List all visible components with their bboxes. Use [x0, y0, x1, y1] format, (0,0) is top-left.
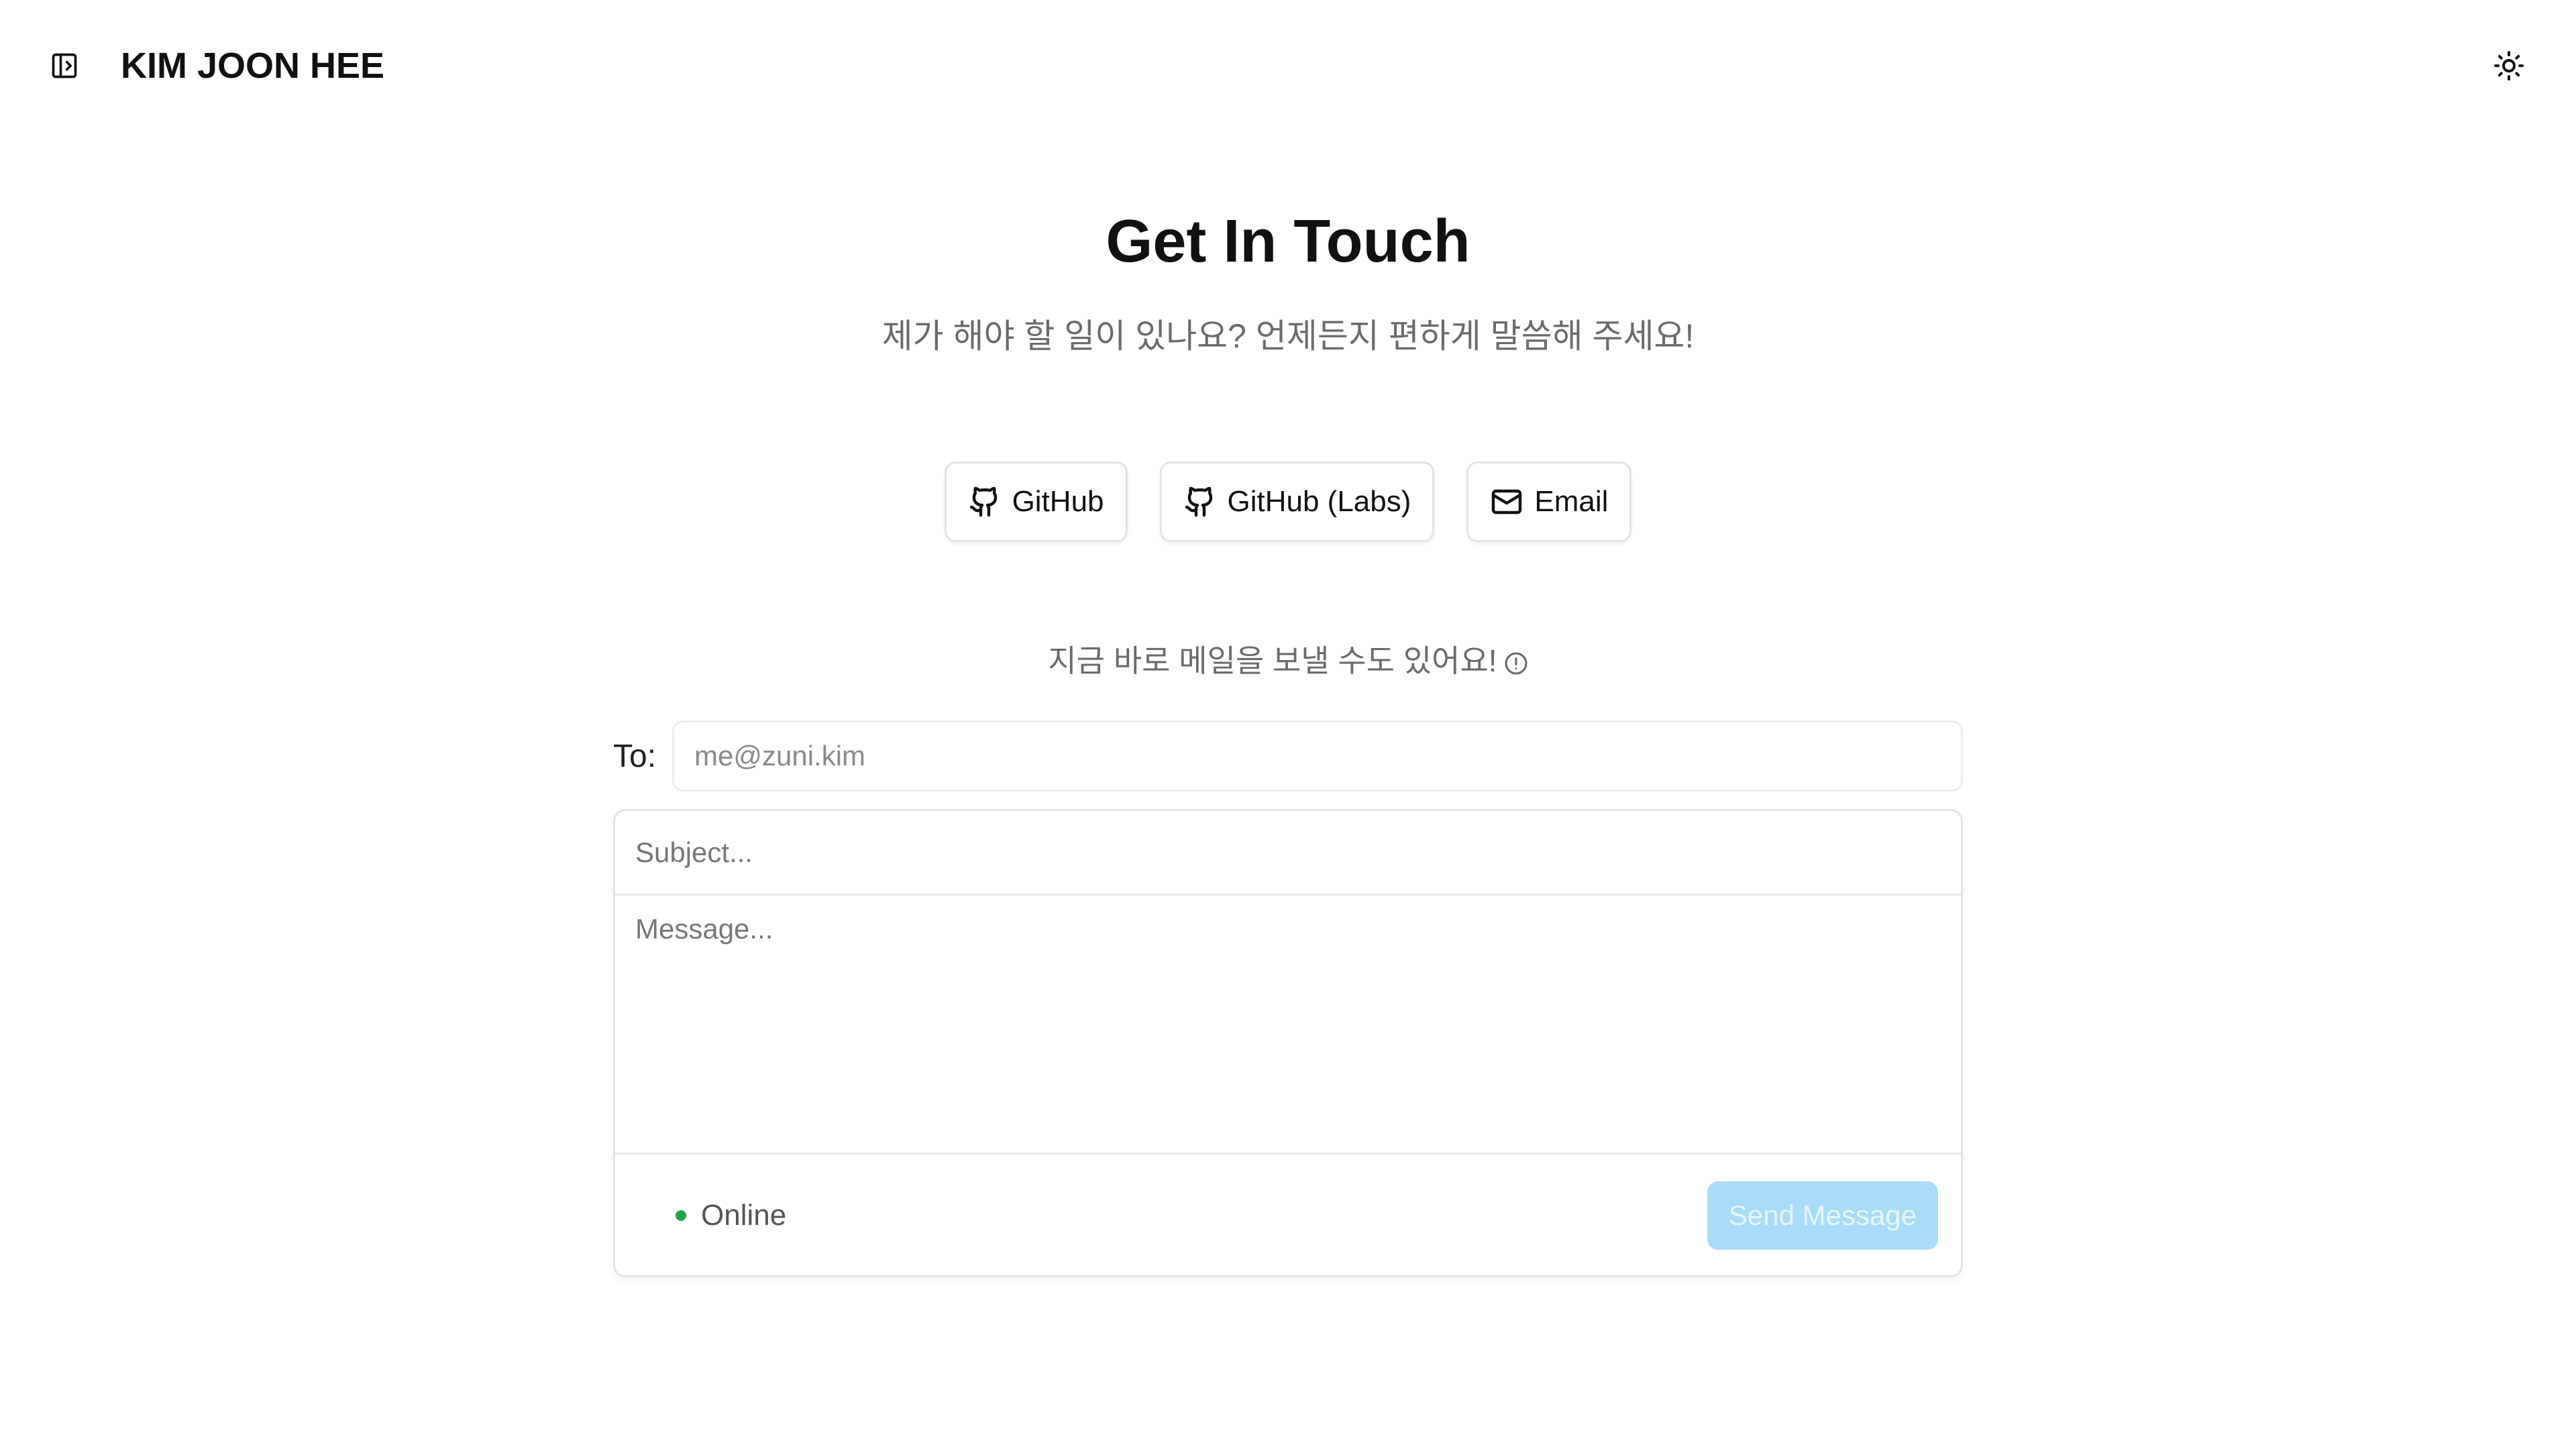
message-card: Online Send Message: [613, 809, 1963, 1277]
page-title: Get In Touch: [1106, 208, 1470, 275]
status-indicator: Online: [676, 1199, 786, 1232]
email-link-button[interactable]: Email: [1466, 462, 1632, 542]
to-label: To:: [613, 738, 657, 774]
github-icon: [968, 485, 1002, 519]
email-link-label: Email: [1534, 485, 1609, 518]
recipient-input[interactable]: [672, 720, 1963, 792]
recipient-row: To:: [613, 719, 1963, 793]
github-labs-link-button[interactable]: GitHub (Labs): [1159, 462, 1435, 542]
contact-page: KIM JOON HEE Get In Touch 제가 해야 할 일이 있나요…: [0, 0, 2576, 1449]
site-title[interactable]: KIM JOON HEE: [121, 42, 384, 90]
info-icon[interactable]: [1504, 641, 1528, 688]
send-mail-note: 지금 바로 메일을 보낼 수도 있어요!: [0, 637, 2576, 688]
github-labs-link-label: GitHub (Labs): [1227, 485, 1411, 518]
status-text: Online: [701, 1199, 787, 1232]
message-textarea[interactable]: [615, 896, 1961, 1155]
send-mail-note-text: 지금 바로 메일을 보낼 수도 있어요!: [1048, 643, 1497, 678]
theme-toggle-button[interactable]: [2490, 47, 2528, 85]
contact-links: GitHub GitHub (Labs) Email: [0, 462, 2576, 542]
contact-form: To: Online Send Message: [613, 719, 1963, 1277]
sidebar-toggle-button[interactable]: [48, 50, 80, 82]
send-message-button[interactable]: Send Message: [1707, 1181, 1938, 1250]
subject-input[interactable]: [615, 811, 1961, 896]
github-link-button[interactable]: GitHub: [944, 462, 1128, 542]
site-header: KIM JOON HEE: [0, 0, 2576, 127]
mail-icon: [1490, 485, 1523, 519]
message-card-footer: Online Send Message: [615, 1155, 1961, 1275]
sidebar-toggle-icon: [52, 53, 77, 78]
page-subtitle: 제가 해야 할 일이 있나요? 언제든지 편하게 말씀해 주세요!: [881, 317, 1695, 355]
status-dot: [676, 1210, 686, 1221]
github-link-label: GitHub: [1012, 485, 1104, 518]
sun-icon: [2494, 51, 2524, 80]
github-icon: [1183, 485, 1217, 519]
